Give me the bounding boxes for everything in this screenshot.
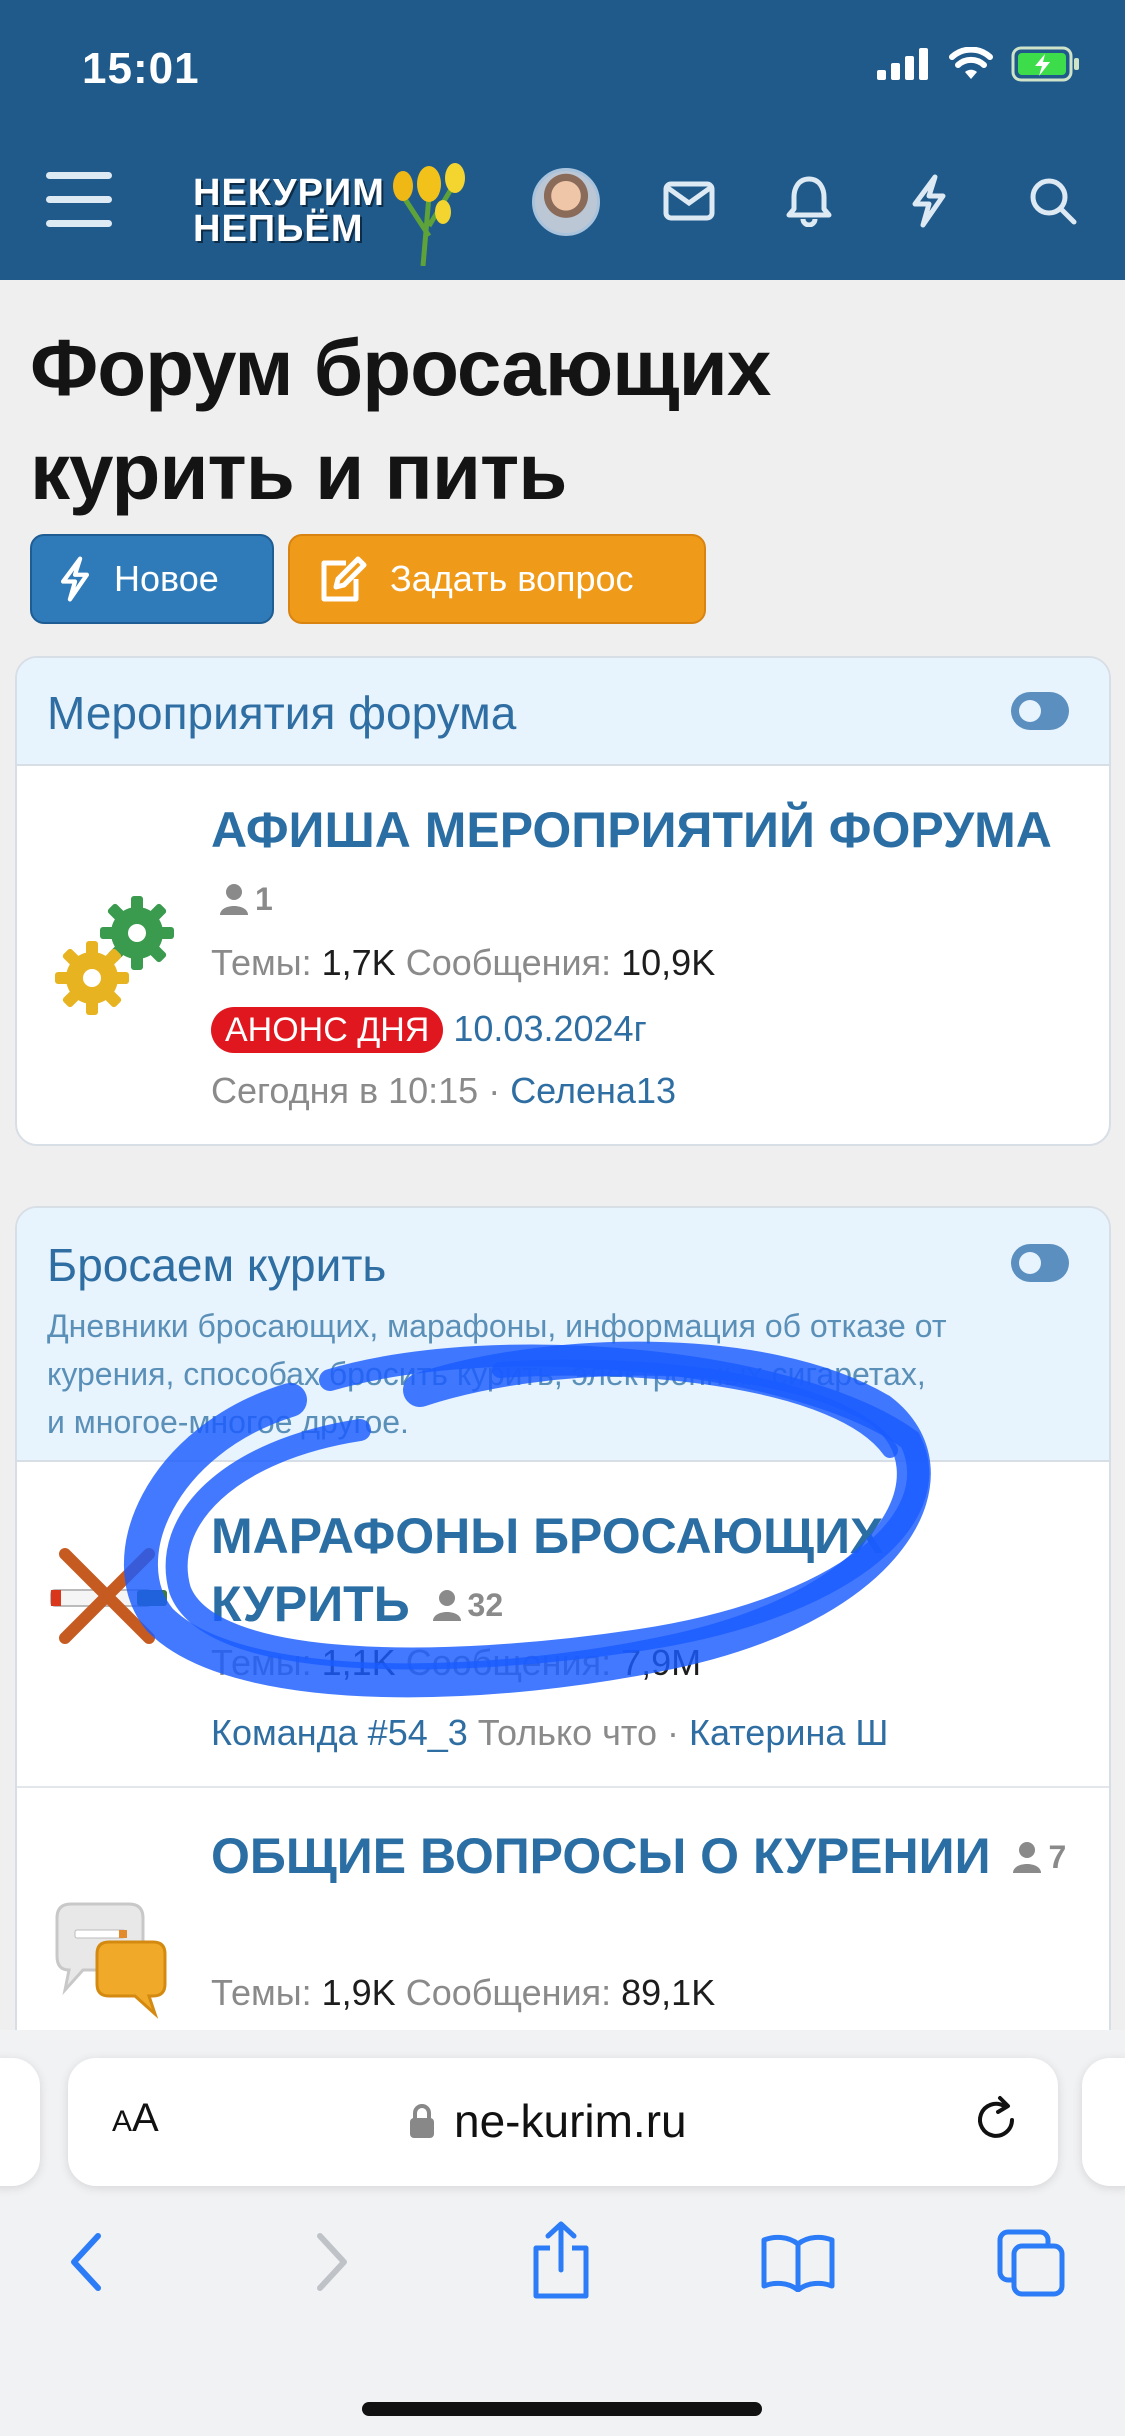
user-icon	[432, 1590, 461, 1621]
threads-label: Темы:	[211, 942, 312, 983]
url-text: ne-kurim.ru	[454, 2095, 687, 2147]
threads-label: Темы:	[211, 1642, 312, 1683]
ask-question-button[interactable]: Задать вопрос	[288, 534, 706, 624]
gears-icon	[55, 896, 174, 1015]
browser-bar: AA ne-kurim.ru	[0, 2030, 1125, 2436]
node-stats: Темы: 1,7K Сообщения: 10,9K	[211, 942, 715, 984]
category-header[interactable]: Мероприятия форума	[17, 658, 1109, 766]
category-title[interactable]: Мероприятия форума	[47, 686, 516, 740]
mail-icon	[663, 181, 715, 221]
chat-bubbles-icon	[55, 1902, 167, 2019]
node-stats: Темы: 1,1K Сообщения: 7,9M	[211, 1642, 701, 1684]
category-header[interactable]: Бросаем курить Дневники бросающих, мараф…	[17, 1208, 1109, 1462]
back-icon[interactable]	[64, 2230, 108, 2294]
user-icon	[1013, 1842, 1042, 1873]
node-title[interactable]: МАРАФОНЫ БРОСАЮЩИХ КУРИТЬ 32	[211, 1502, 1091, 1639]
site-logo[interactable]: НЕКУРИМ НЕПЬЁМ	[193, 156, 473, 266]
address-bar[interactable]: AA ne-kurim.ru	[68, 2058, 1058, 2186]
status-time: 15:01	[82, 44, 200, 93]
search-button[interactable]	[1020, 168, 1086, 234]
no-smoking-icon	[50, 1548, 167, 1644]
viewer-count: 32	[467, 1587, 504, 1623]
viewer-count: 7	[1048, 1839, 1067, 1875]
messages-count: 89,1K	[621, 1972, 716, 2013]
messages-label: Сообщения:	[405, 1642, 612, 1683]
node-title-text[interactable]: ОБЩИЕ ВОПРОСЫ О КУРЕНИИ	[211, 1828, 991, 1884]
node-viewers: 7	[1012, 1823, 1066, 1891]
search-icon	[1030, 178, 1077, 225]
lightning-icon	[912, 174, 946, 228]
forum-node[interactable]: МАРАФОНЫ БРОСАЮЩИХ КУРИТЬ 32 Темы: 1,1K …	[17, 1462, 1109, 1788]
last-post-meta: Сегодня в 10:15 · Селена13	[211, 1070, 676, 1111]
category-quit-smoking: Бросаем курить Дневники бросающих, мараф…	[15, 1206, 1111, 2106]
last-post-user[interactable]: Катерина Ш	[689, 1712, 888, 1753]
node-stats: Темы: 1,9K Сообщения: 89,1K	[211, 1972, 715, 2014]
last-post-user[interactable]: Селена13	[510, 1070, 676, 1111]
node-title[interactable]: АФИША МЕРОПРИЯТИЙ ФОРУМА 1	[211, 796, 1091, 933]
aa-small: A	[112, 2105, 133, 2138]
signal-icon	[877, 48, 928, 80]
collapse-toggle[interactable]	[1011, 1244, 1069, 1282]
url-display[interactable]: ne-kurim.ru	[408, 2094, 687, 2148]
menu-icon	[46, 172, 112, 179]
menu-button[interactable]	[46, 172, 112, 228]
tulip-icon	[393, 163, 465, 266]
collapse-toggle[interactable]	[1011, 692, 1069, 730]
messages-count: 7,9M	[621, 1642, 702, 1683]
forum-node[interactable]: АФИША МЕРОПРИЯТИЙ ФОРУМА 1 Темы: 1,7K Со…	[17, 766, 1109, 1144]
logo-line2: НЕПЬЁМ	[193, 208, 364, 250]
category-title[interactable]: Бросаем курить	[47, 1238, 386, 1292]
notifications-button[interactable]	[776, 168, 842, 234]
node-title-text[interactable]: АФИША МЕРОПРИЯТИЙ ФОРУМА	[211, 802, 1052, 858]
new-button-label: Новое	[114, 558, 219, 599]
last-post[interactable]: АНОНС ДНЯ 10.03.2024г	[211, 1007, 647, 1053]
threads-label: Темы:	[211, 1972, 312, 2013]
reload-icon[interactable]	[970, 2094, 1022, 2146]
previous-tab-preview[interactable]	[0, 2058, 40, 2186]
bell-icon	[786, 176, 832, 227]
home-indicator[interactable]	[362, 2402, 762, 2416]
last-post-title[interactable]: 10.03.2024г	[453, 1008, 646, 1049]
status-icons	[877, 46, 1081, 82]
page-title: Форум бросающих курить и пить	[30, 323, 771, 516]
new-button[interactable]: Новое	[30, 534, 274, 624]
mail-button[interactable]	[656, 168, 722, 234]
viewer-count: 1	[255, 881, 273, 917]
edit-icon	[321, 556, 367, 602]
battery-icon	[1011, 46, 1079, 82]
forward-icon[interactable]	[310, 2230, 354, 2294]
last-post-time: Сегодня в 10:15	[211, 1070, 479, 1111]
bookmarks-icon[interactable]	[760, 2232, 836, 2292]
node-viewers: 32	[432, 1571, 504, 1639]
lock-icon	[410, 2104, 434, 2138]
app-header: 15:01 НЕКУРИМ НЕПЬЁМ	[0, 0, 1125, 280]
node-title-text[interactable]: МАРАФОНЫ БРОСАЮЩИХ КУРИТЬ	[211, 1508, 883, 1632]
category-description: Дневники бросающих, марафоны, информация…	[47, 1308, 947, 1440]
messages-count: 10,9K	[621, 942, 716, 983]
threads-count: 1,7K	[321, 942, 396, 983]
category-events: Мероприятия форума АФИША МЕРОПРИЯТИЙ ФОР…	[15, 656, 1111, 1146]
node-viewers: 1	[219, 865, 273, 933]
tabs-icon[interactable]	[996, 2228, 1068, 2298]
last-post[interactable]: Команда #54_3 Только что · Катерина Ш	[211, 1712, 888, 1754]
announce-badge: АНОНС ДНЯ	[211, 1007, 444, 1053]
aa-large: A	[132, 2096, 159, 2140]
user-avatar[interactable]	[532, 168, 600, 236]
lightning-icon	[60, 556, 90, 602]
messages-label: Сообщения:	[405, 942, 612, 983]
wifi-icon	[949, 47, 993, 79]
last-post-title[interactable]: Команда #54_3	[211, 1712, 468, 1753]
whats-new-button[interactable]	[896, 168, 962, 234]
last-post-time: Только что	[477, 1712, 658, 1753]
threads-count: 1,1K	[321, 1642, 396, 1683]
share-icon[interactable]	[530, 2220, 592, 2300]
messages-label: Сообщения:	[405, 1972, 612, 2013]
node-title[interactable]: ОБЩИЕ ВОПРОСЫ О КУРЕНИИ 7	[211, 1822, 1091, 1891]
ask-button-label: Задать вопрос	[390, 558, 634, 599]
reader-settings-button[interactable]: AA	[112, 2096, 159, 2141]
threads-count: 1,9K	[321, 1972, 396, 2013]
next-tab-preview[interactable]	[1082, 2058, 1125, 2186]
user-icon	[220, 884, 248, 915]
